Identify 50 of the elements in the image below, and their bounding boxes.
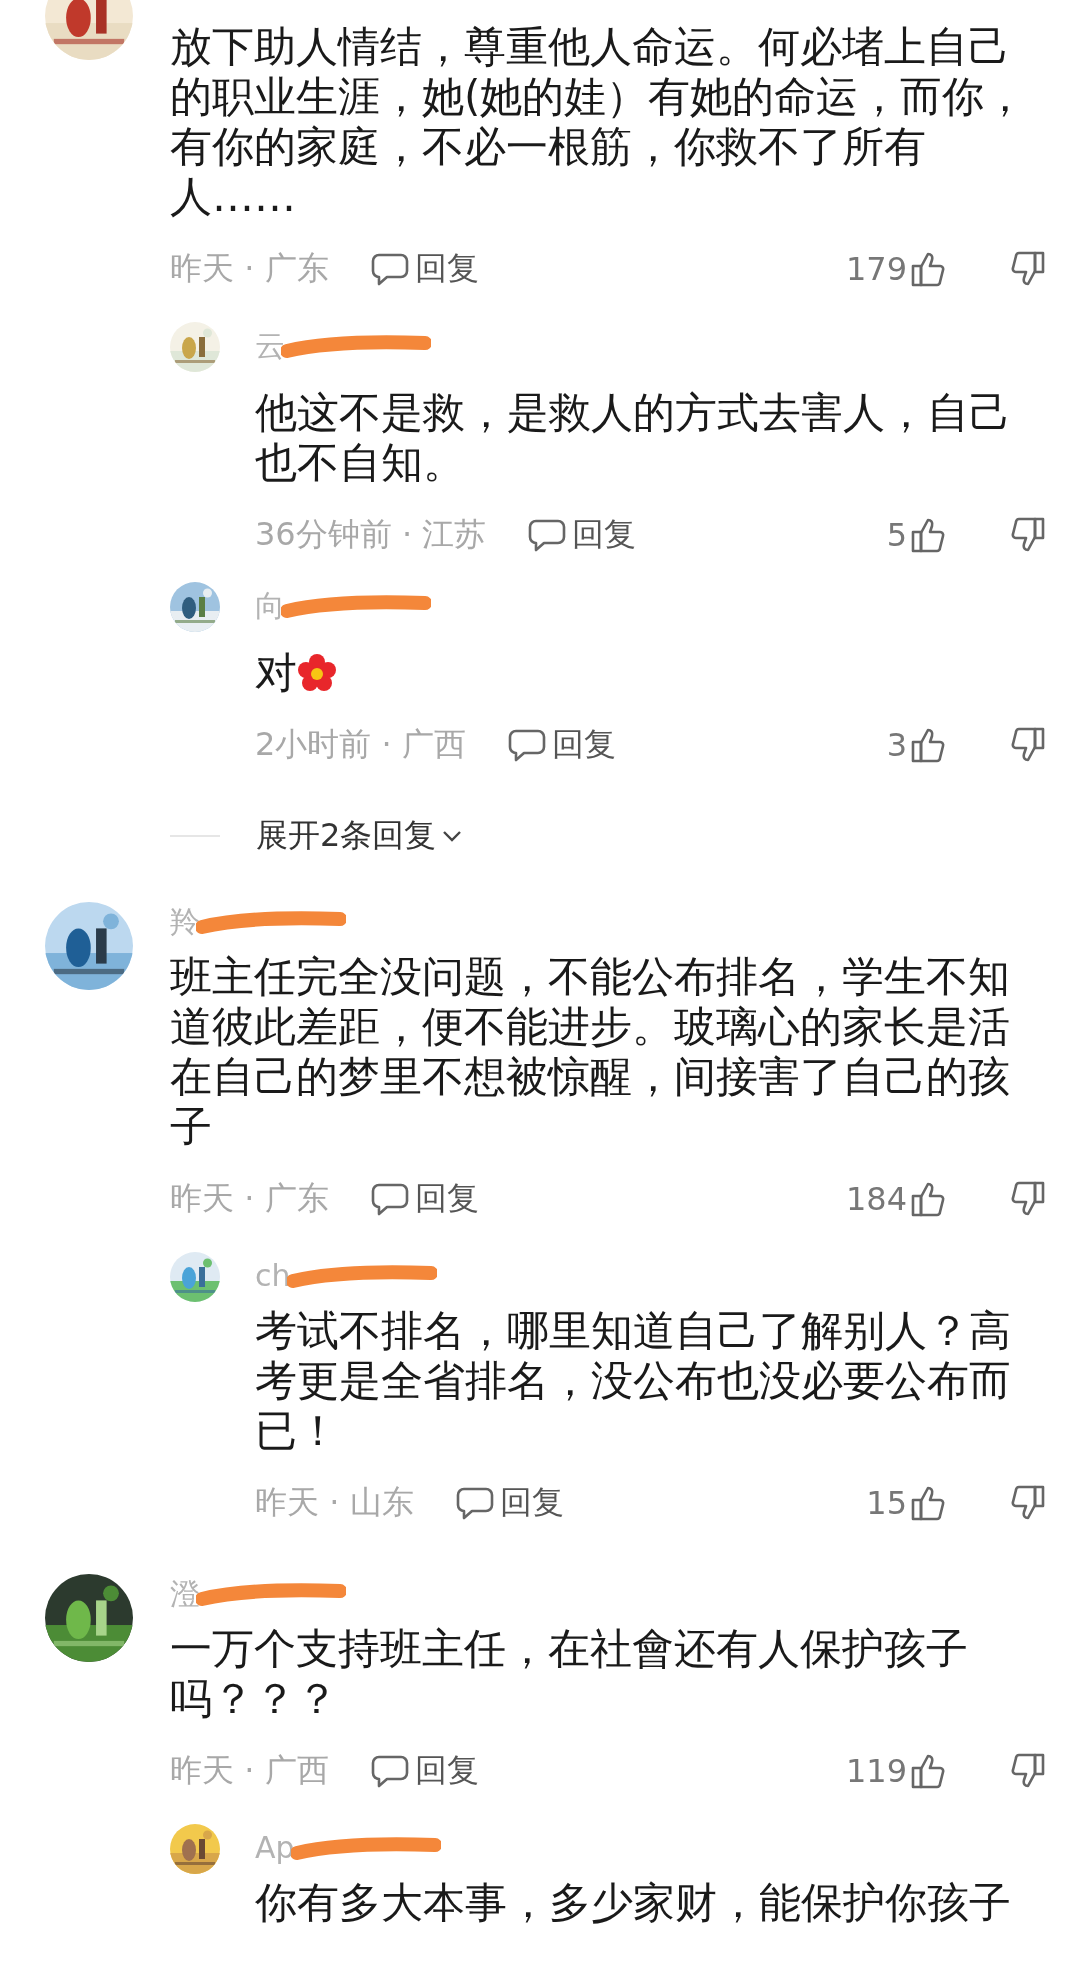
like-button[interactable]: 119 bbox=[845, 1752, 947, 1790]
comment-icon bbox=[507, 727, 546, 763]
timestamp: 昨天 · 广西 bbox=[170, 1750, 329, 1791]
thumbs-up-icon bbox=[911, 1752, 947, 1790]
like-button[interactable]: 3 bbox=[886, 726, 947, 764]
comment-icon bbox=[455, 1485, 494, 1521]
like-button[interactable]: 184 bbox=[845, 1180, 947, 1218]
comment-text: 考试不排名，哪里知道自己了解别人？高考更是全省排名，没公布也没必要公布而已！ bbox=[255, 1306, 1012, 1456]
like-button[interactable]: 5 bbox=[886, 516, 947, 554]
reply-button[interactable]: 回复 bbox=[370, 1749, 479, 1793]
reply-button[interactable]: 回复 bbox=[370, 1177, 479, 1221]
like-button[interactable]: 15 bbox=[866, 1484, 947, 1522]
comment-text: 放下助人情结，尊重他人命运。何必堵上自己的职业生涯，她(她的娃）有她的命运，而你，有你的家庭，不必一根筋，你救不了所有人…… bbox=[170, 22, 1028, 222]
reply-button[interactable]: 回复 bbox=[507, 723, 616, 767]
thumbs-down-icon bbox=[1009, 1484, 1045, 1522]
comment-text: 你有多大本事，多少家财，能保护你孩子 bbox=[255, 1878, 1012, 1928]
dislike-button[interactable] bbox=[1009, 516, 1045, 554]
dislike-button[interactable] bbox=[1009, 726, 1045, 764]
comment-icon bbox=[370, 1181, 409, 1217]
comment-text: 一万个支持班主任，在社會还有人保护孩子吗？？？ bbox=[170, 1624, 969, 1724]
dislike-button[interactable] bbox=[1009, 1484, 1045, 1522]
like-button[interactable]: 179 bbox=[845, 250, 947, 288]
thumbs-down-icon bbox=[1009, 1752, 1045, 1790]
thumbs-up-icon bbox=[911, 250, 947, 288]
timestamp: 36分钟前 · 江苏 bbox=[255, 514, 487, 555]
thumbs-up-icon bbox=[911, 1180, 947, 1218]
dislike-button[interactable] bbox=[1009, 1180, 1045, 1218]
thumbs-down-icon bbox=[1009, 726, 1045, 764]
dislike-button[interactable] bbox=[1009, 1752, 1045, 1790]
expand-replies-button[interactable]: 展开2条回复 bbox=[256, 814, 465, 858]
thumbs-up-icon bbox=[911, 1484, 947, 1522]
dislike-button[interactable] bbox=[1009, 250, 1045, 288]
timestamp: 昨天 · 山东 bbox=[255, 1482, 414, 1523]
comment-text: 他这不是救，是救人的方式去害人，自己也不自知。 bbox=[255, 388, 1012, 488]
thumbs-down-icon bbox=[1009, 516, 1045, 554]
timestamp: 昨天 · 广东 bbox=[170, 248, 329, 289]
reply-button[interactable]: 回复 bbox=[455, 1481, 564, 1525]
thumbs-up-icon bbox=[911, 726, 947, 764]
timestamp: 昨天 · 广东 bbox=[170, 1178, 329, 1219]
reply-button[interactable]: 回复 bbox=[528, 513, 637, 557]
comment-icon bbox=[370, 1753, 409, 1789]
comment-text: 班主任完全没问题，不能公布排名，学生不知道彼此差距，便不能进步。玻璃心的家长是活在自己的梦里不想被惊醒，间接害了自己的孩子 bbox=[170, 952, 1011, 1152]
thumbs-down-icon bbox=[1009, 250, 1045, 288]
comment-icon bbox=[370, 251, 409, 287]
thumbs-up-icon bbox=[911, 516, 947, 554]
comment-icon bbox=[528, 517, 567, 553]
comment-text: 对 bbox=[255, 648, 1045, 698]
reply-button[interactable]: 回复 bbox=[370, 247, 479, 291]
thumbs-down-icon bbox=[1009, 1180, 1045, 1218]
timestamp: 2小时前 · 广西 bbox=[255, 724, 466, 765]
